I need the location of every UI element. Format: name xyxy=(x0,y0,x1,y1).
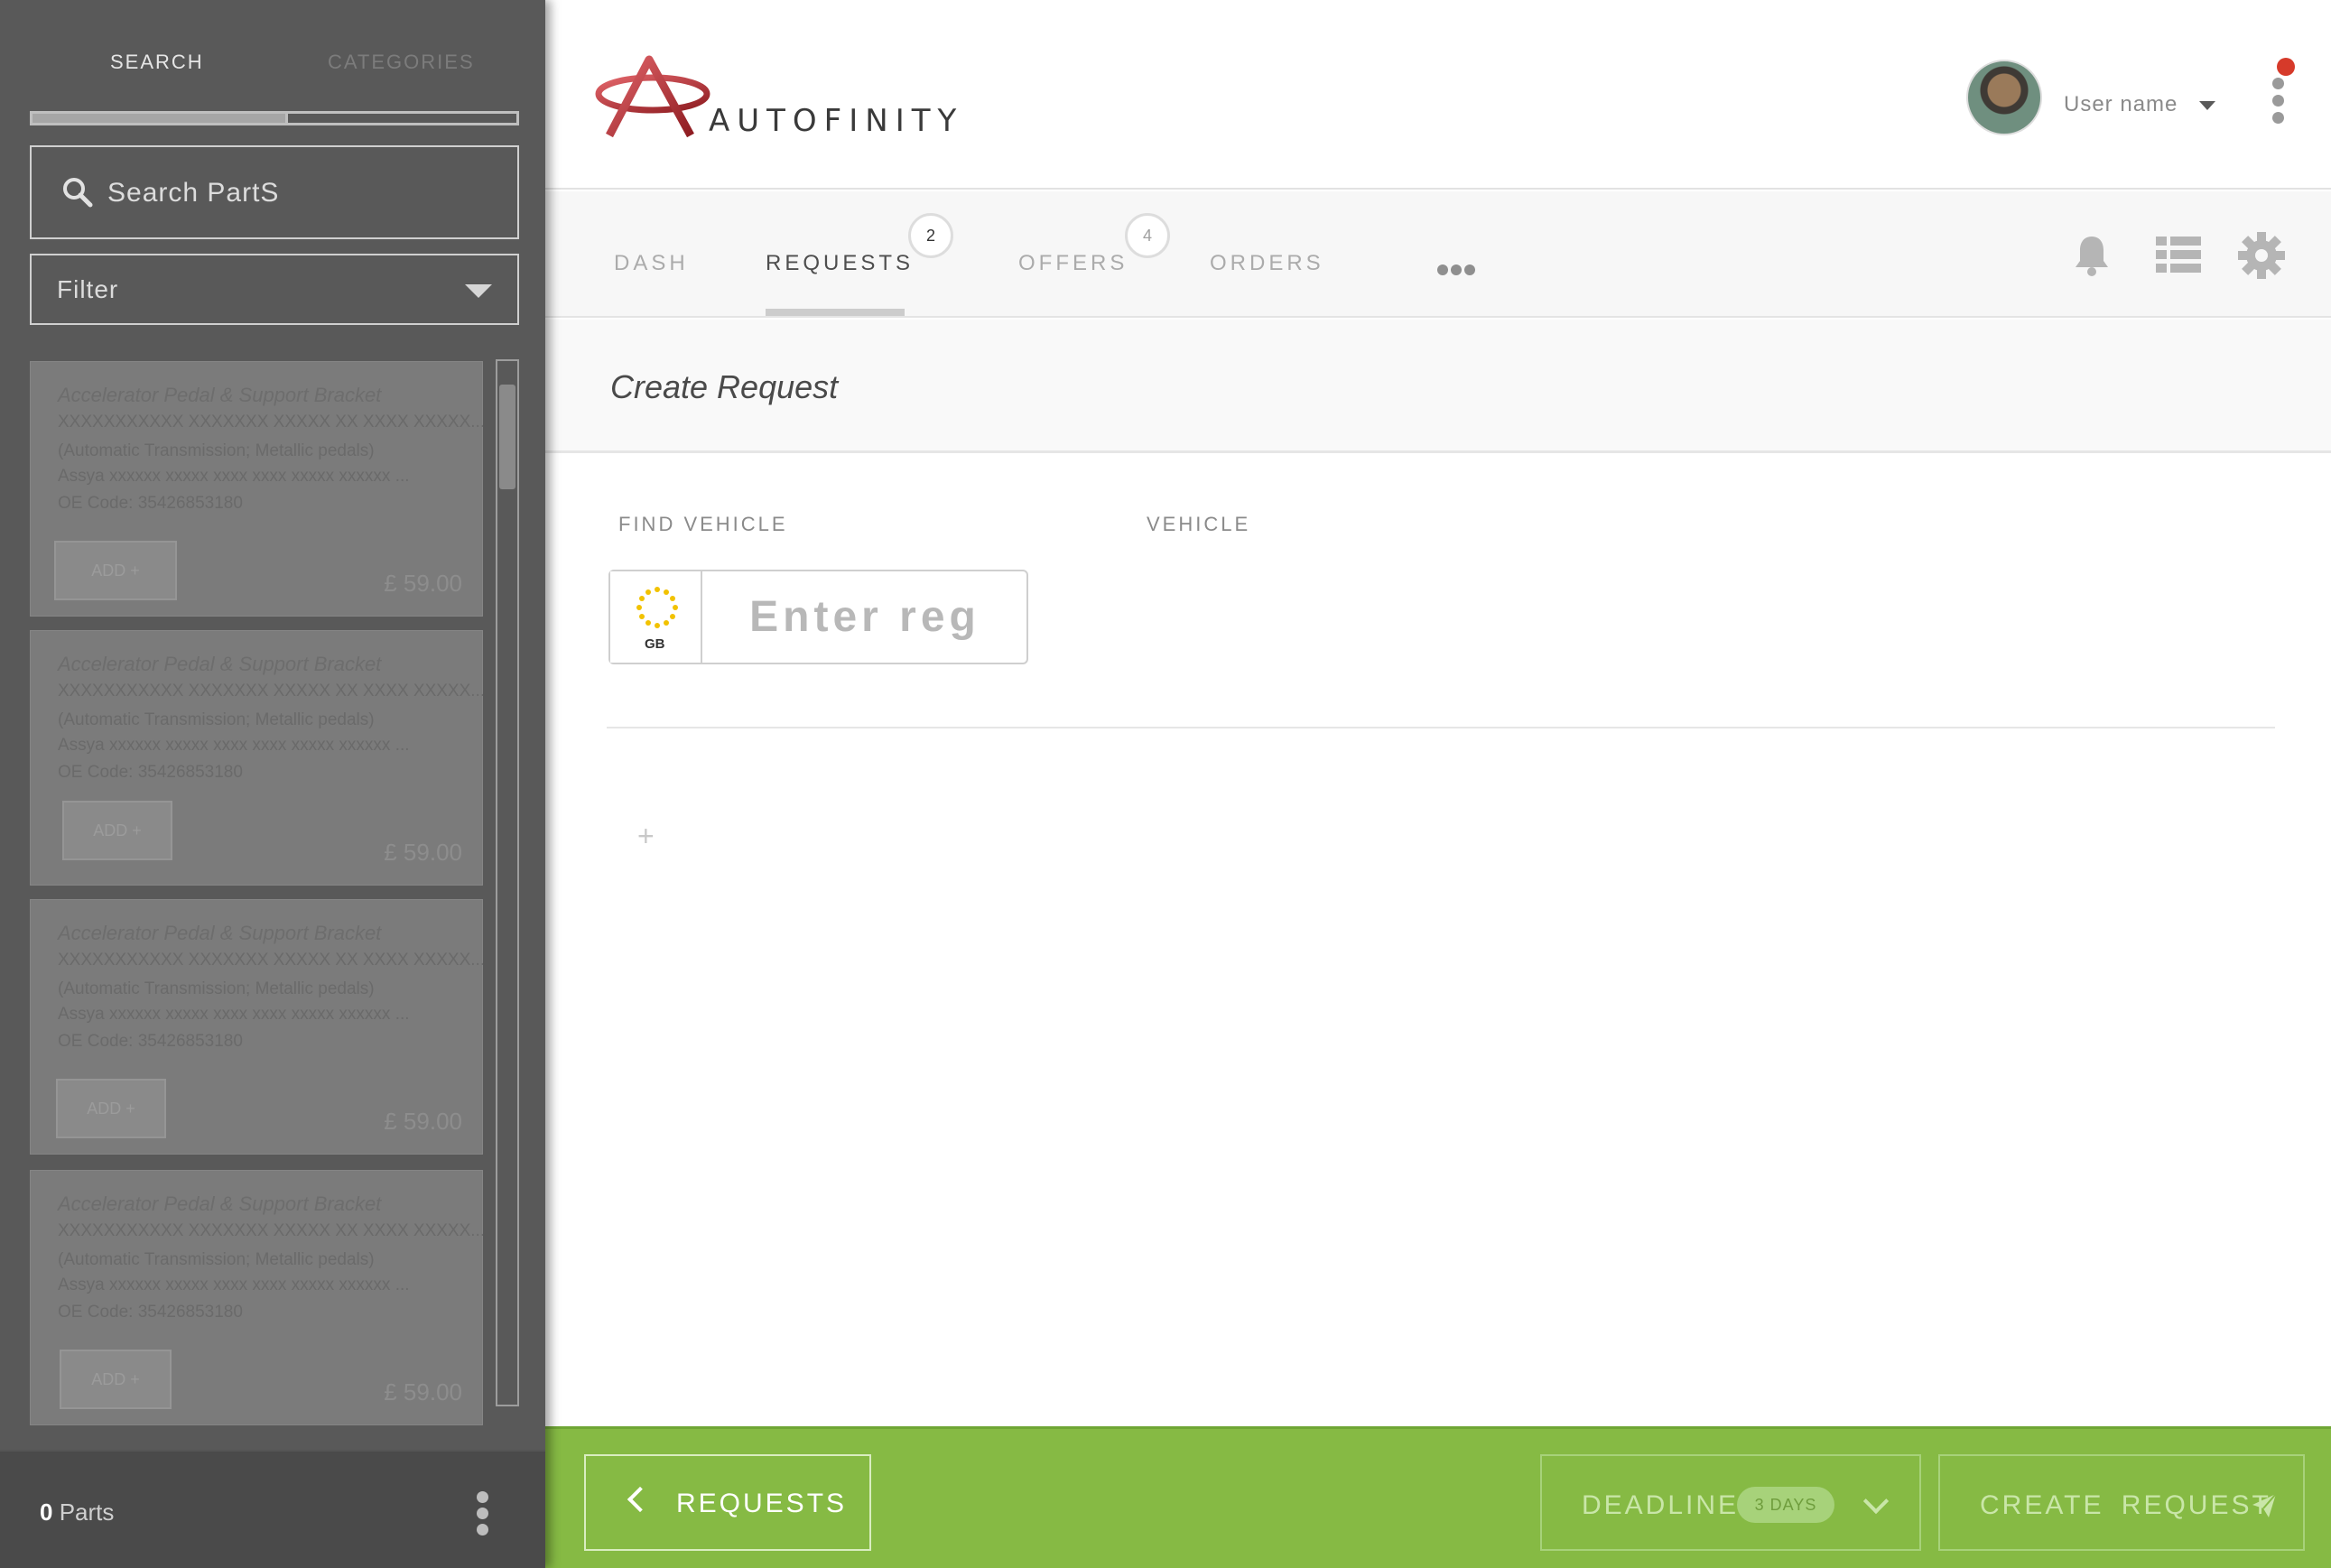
part-description: Assya xxxxxx xxxxx xxxx xxxx xxxxx xxxxx… xyxy=(58,467,410,486)
part-title: Accelerator Pedal & Support Bracket xyxy=(58,1192,382,1215)
back-to-requests-button[interactable]: REQUESTS xyxy=(584,1454,871,1551)
add-part-button[interactable]: ADD + xyxy=(54,541,177,600)
scrollbar-thumb[interactable] xyxy=(499,385,515,489)
search-input[interactable] xyxy=(107,172,487,214)
tab-indicator-active xyxy=(33,114,285,123)
active-tab-underline xyxy=(766,309,905,316)
part-spec: (Automatic Transmission; Metallic pedals… xyxy=(58,979,375,998)
gear-icon[interactable] xyxy=(2237,231,2286,280)
eu-stars-icon xyxy=(636,587,678,628)
part-code: XXXXXXXXXXX XXXXXXX XXXXX XX XXXX XXXXX.… xyxy=(58,951,483,970)
tab-categories[interactable]: CATEGORIES xyxy=(328,51,475,74)
part-price: £ 59.00 xyxy=(384,1378,462,1406)
sidebar-footer: 0 Parts xyxy=(0,1450,545,1568)
parts-count-label: Parts xyxy=(52,1498,115,1526)
part-title: Accelerator Pedal & Support Bracket xyxy=(58,653,382,675)
send-icon xyxy=(2252,1493,2277,1517)
part-title: Accelerator Pedal & Support Bracket xyxy=(58,384,382,406)
add-part-button[interactable]: ADD + xyxy=(56,1079,166,1138)
avatar[interactable] xyxy=(1966,60,2042,135)
reg-country-flag: GB xyxy=(610,571,702,663)
sidebar: SEARCH CATEGORIES Filter Accelerator Ped… xyxy=(0,0,545,1568)
tab-indicator-divider xyxy=(285,114,288,123)
offers-badge: 4 xyxy=(1125,213,1170,258)
tab-search[interactable]: SEARCH xyxy=(110,51,204,74)
list-item[interactable]: Accelerator Pedal & Support Bracket XXXX… xyxy=(30,361,483,617)
more-vertical-icon[interactable] xyxy=(2272,78,2287,132)
reg-input[interactable] xyxy=(711,584,1018,649)
part-oe-code: OE Code: 35426853180 xyxy=(58,1032,243,1051)
deadline-value-badge: 3 DAYS xyxy=(1737,1487,1834,1523)
part-oe-code: OE Code: 35426853180 xyxy=(58,494,243,513)
main-nav: DASH REQUESTS 2 OFFERS 4 ORDERS xyxy=(545,191,2331,318)
logo-icon xyxy=(595,55,710,138)
part-title: Accelerator Pedal & Support Bracket xyxy=(58,922,382,944)
logo-text: AUTOFINITY xyxy=(709,103,964,139)
scrollbar[interactable] xyxy=(496,359,519,1406)
filter-label: Filter xyxy=(57,275,119,303)
part-spec: (Automatic Transmission; Metallic pedals… xyxy=(58,441,375,460)
tab-indicator xyxy=(30,111,519,125)
part-description: Assya xxxxxx xxxxx xxxx xxxx xxxxx xxxxx… xyxy=(58,1005,410,1024)
more-vertical-icon[interactable] xyxy=(477,1491,491,1536)
part-description: Assya xxxxxx xxxxx xxxx xxxx xxxxx xxxxx… xyxy=(58,736,410,755)
list-icon[interactable] xyxy=(2154,231,2203,280)
filter-dropdown[interactable]: Filter xyxy=(30,254,519,325)
part-oe-code: OE Code: 35426853180 xyxy=(58,763,243,782)
add-item-button[interactable]: + xyxy=(637,820,655,853)
chevron-down-icon xyxy=(1862,1488,1890,1515)
create-request-button[interactable]: CREATE REQUEST xyxy=(1938,1454,2305,1551)
part-price: £ 59.00 xyxy=(384,570,462,597)
part-code: XXXXXXXXXXX XXXXXXX XXXXX XX XXXX XXXXX.… xyxy=(58,1221,483,1240)
add-part-button[interactable]: ADD + xyxy=(60,1350,172,1409)
more-icon[interactable] xyxy=(1437,264,1479,276)
add-part-button[interactable]: ADD + xyxy=(62,801,172,860)
chevron-down-icon xyxy=(465,284,492,298)
chevron-left-icon xyxy=(627,1486,654,1513)
page-header: Create Request xyxy=(545,320,2331,453)
vehicle-label: VEHICLE xyxy=(1147,513,1251,535)
search-box xyxy=(30,145,519,239)
find-vehicle-label: FIND VEHICLE xyxy=(618,513,788,535)
parts-count: 0 Parts xyxy=(40,1498,114,1526)
back-button-label: REQUESTS xyxy=(676,1489,848,1518)
part-spec: (Automatic Transmission; Metallic pedals… xyxy=(58,1250,375,1269)
requests-badge: 2 xyxy=(908,213,953,258)
action-bar: REQUESTS DEADLINE 3 DAYS CREATE REQUEST xyxy=(545,1426,2331,1568)
logo[interactable]: AUTOFINITY xyxy=(593,52,1008,143)
list-item[interactable]: Accelerator Pedal & Support Bracket XXXX… xyxy=(30,899,483,1155)
divider xyxy=(607,727,2275,728)
part-spec: (Automatic Transmission; Metallic pedals… xyxy=(58,710,375,729)
tab-dash[interactable]: DASH xyxy=(614,251,689,276)
part-code: XXXXXXXXXXX XXXXXXX XXXXX XX XXXX XXXXX.… xyxy=(58,413,483,431)
notification-dot xyxy=(2277,58,2295,76)
tab-orders[interactable]: ORDERS xyxy=(1210,251,1324,276)
parts-count-value: 0 xyxy=(40,1498,53,1526)
part-description: Assya xxxxxx xxxxx xxxx xxxx xxxxx xxxxx… xyxy=(58,1276,410,1294)
list-item[interactable]: Accelerator Pedal & Support Bracket XXXX… xyxy=(30,630,483,886)
part-oe-code: OE Code: 35426853180 xyxy=(58,1303,243,1322)
tab-offers[interactable]: OFFERS xyxy=(1018,251,1128,276)
part-price: £ 59.00 xyxy=(384,1108,462,1135)
user-menu-caret-icon[interactable] xyxy=(2199,101,2215,110)
tab-requests[interactable]: REQUESTS xyxy=(766,251,914,276)
deadline-dropdown[interactable]: DEADLINE 3 DAYS xyxy=(1540,1454,1921,1551)
username[interactable]: User name xyxy=(2064,92,2178,117)
bell-icon[interactable] xyxy=(2067,231,2116,280)
deadline-label: DEADLINE xyxy=(1582,1490,1740,1520)
part-code: XXXXXXXXXXX XXXXXXX XXXXX XX XXXX XXXXX.… xyxy=(58,682,483,700)
list-item[interactable]: Accelerator Pedal & Support Bracket XXXX… xyxy=(30,1170,483,1425)
parts-list: Accelerator Pedal & Support Bracket XXXX… xyxy=(30,361,483,1426)
part-price: £ 59.00 xyxy=(384,839,462,866)
reg-country-code: GB xyxy=(645,636,665,652)
reg-input-group: GB xyxy=(608,570,1028,664)
page-title: Create Request xyxy=(610,368,839,405)
create-request-label: CREATE REQUEST xyxy=(1980,1490,2271,1520)
top-header: AUTOFINITY User name xyxy=(545,0,2331,190)
search-icon xyxy=(63,178,93,208)
